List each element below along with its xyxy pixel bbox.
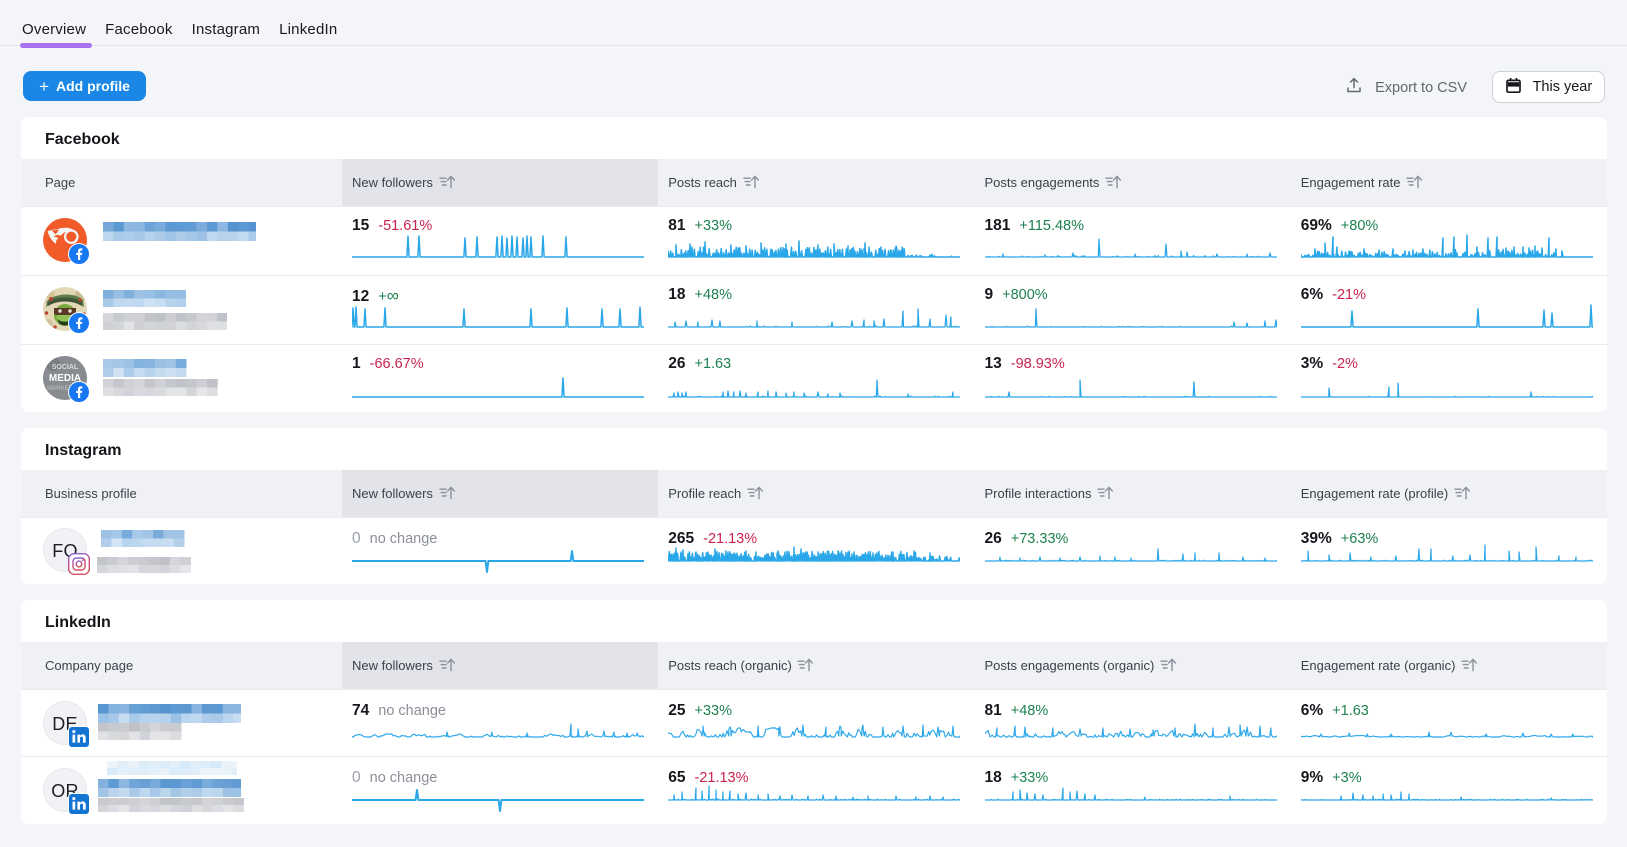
svg-text:SOCIAL: SOCIAL [52,364,79,371]
